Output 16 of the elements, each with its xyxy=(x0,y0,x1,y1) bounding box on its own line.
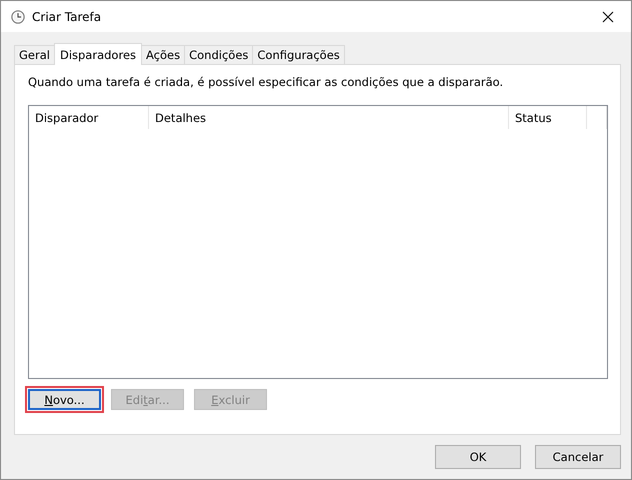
tab[interactable]: Disparadores xyxy=(54,43,142,65)
window-title: Criar Tarefa xyxy=(32,10,102,24)
action-button[interactable]: Novo... xyxy=(28,389,101,410)
close-icon xyxy=(602,10,614,22)
tab[interactable]: Geral xyxy=(14,45,55,64)
tab[interactable]: Ações xyxy=(141,45,186,64)
clock-icon xyxy=(11,10,25,24)
column-header[interactable]: Status xyxy=(509,106,587,129)
tab[interactable]: Configurações xyxy=(252,45,345,64)
tab[interactable]: Condições xyxy=(184,45,254,64)
dialog-button[interactable]: Cancelar xyxy=(535,445,621,469)
triggers-list[interactable]: Disparador Detalhes Status xyxy=(28,105,608,379)
description-text: Quando uma tarefa é criada, é possível especificar as condições que a dispararão. xyxy=(28,75,504,91)
column-header[interactable]: Detalhes xyxy=(149,106,509,129)
dialog-button[interactable]: OK xyxy=(435,445,521,469)
column-header[interactable]: Disparador xyxy=(29,106,149,129)
